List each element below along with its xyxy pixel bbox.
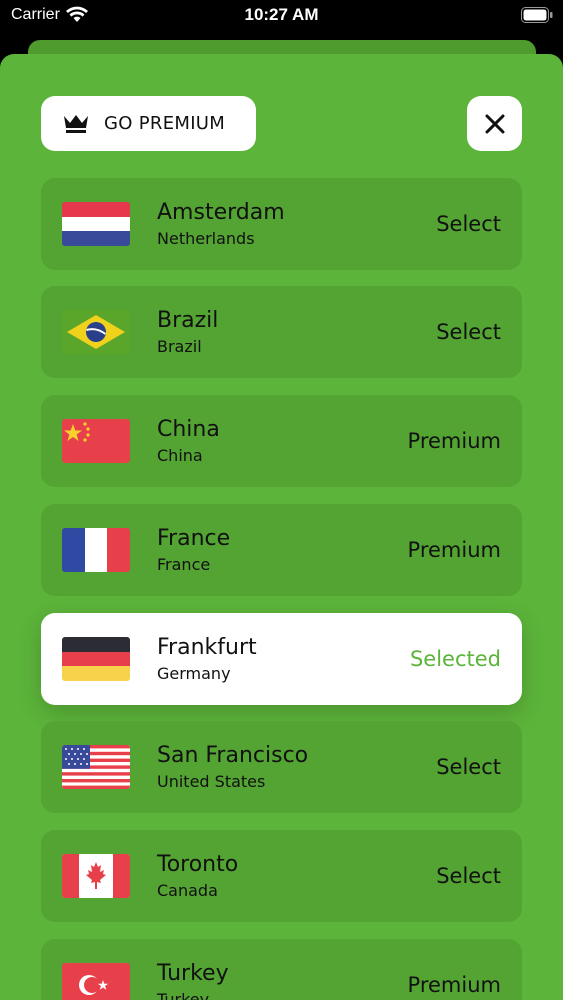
server-country: China bbox=[157, 446, 203, 465]
server-status: Selected bbox=[409, 647, 501, 671]
server-country: Netherlands bbox=[157, 229, 255, 248]
server-status: Select bbox=[436, 755, 501, 779]
server-city: China bbox=[157, 417, 220, 442]
server-country: Germany bbox=[157, 664, 231, 683]
server-row-toronto[interactable]: Toronto Canada Select bbox=[41, 830, 522, 922]
server-country: Turkey bbox=[157, 990, 210, 1000]
server-city: France bbox=[157, 526, 231, 551]
server-status: Premium bbox=[407, 429, 501, 453]
server-status: Select bbox=[436, 864, 501, 888]
server-status: Select bbox=[436, 320, 501, 344]
server-country: France bbox=[157, 555, 211, 574]
turkey-flag-icon bbox=[62, 963, 130, 1000]
netherlands-flag-icon bbox=[62, 202, 130, 246]
server-country: Brazil bbox=[157, 337, 202, 356]
server-status: Select bbox=[436, 212, 501, 236]
status-time: 10:27 AM bbox=[244, 5, 319, 24]
canada-flag-icon bbox=[62, 854, 130, 898]
server-row-brazil[interactable]: Brazil Brazil Select bbox=[41, 286, 522, 378]
france-flag-icon bbox=[62, 528, 130, 572]
server-row-amsterdam[interactable]: Amsterdam Netherlands Select bbox=[41, 178, 522, 270]
server-city: Toronto bbox=[157, 852, 239, 877]
server-status: Premium bbox=[407, 538, 501, 562]
server-status: Premium bbox=[407, 973, 501, 997]
server-row-china[interactable]: China China Premium bbox=[41, 395, 522, 487]
server-country: United States bbox=[157, 772, 266, 791]
server-country: Canada bbox=[157, 881, 218, 900]
go-premium-button[interactable]: GO PREMIUM bbox=[41, 96, 256, 151]
server-city: Frankfurt bbox=[157, 635, 257, 660]
server-row-san-francisco[interactable]: San Francisco United States Select bbox=[41, 721, 522, 813]
brazil-flag-icon bbox=[62, 310, 130, 354]
crown-icon bbox=[64, 114, 88, 133]
china-flag-icon bbox=[62, 419, 130, 463]
server-row-turkey[interactable]: Turkey Turkey Premium bbox=[41, 939, 522, 1000]
battery-icon bbox=[521, 7, 553, 23]
go-premium-label: GO PREMIUM bbox=[104, 113, 226, 134]
germany-flag-icon bbox=[62, 637, 130, 681]
usa-flag-icon bbox=[62, 745, 130, 789]
server-city: Turkey bbox=[157, 961, 229, 986]
status-bar: Carrier 10:27 AM bbox=[0, 0, 563, 34]
close-button[interactable] bbox=[467, 96, 522, 151]
close-icon bbox=[485, 114, 504, 133]
server-city: Amsterdam bbox=[157, 200, 285, 225]
server-row-france[interactable]: France France Premium bbox=[41, 504, 522, 596]
server-row-frankfurt[interactable]: Frankfurt Germany Selected bbox=[41, 613, 522, 705]
server-city: Brazil bbox=[157, 308, 219, 333]
server-city: San Francisco bbox=[157, 743, 309, 768]
